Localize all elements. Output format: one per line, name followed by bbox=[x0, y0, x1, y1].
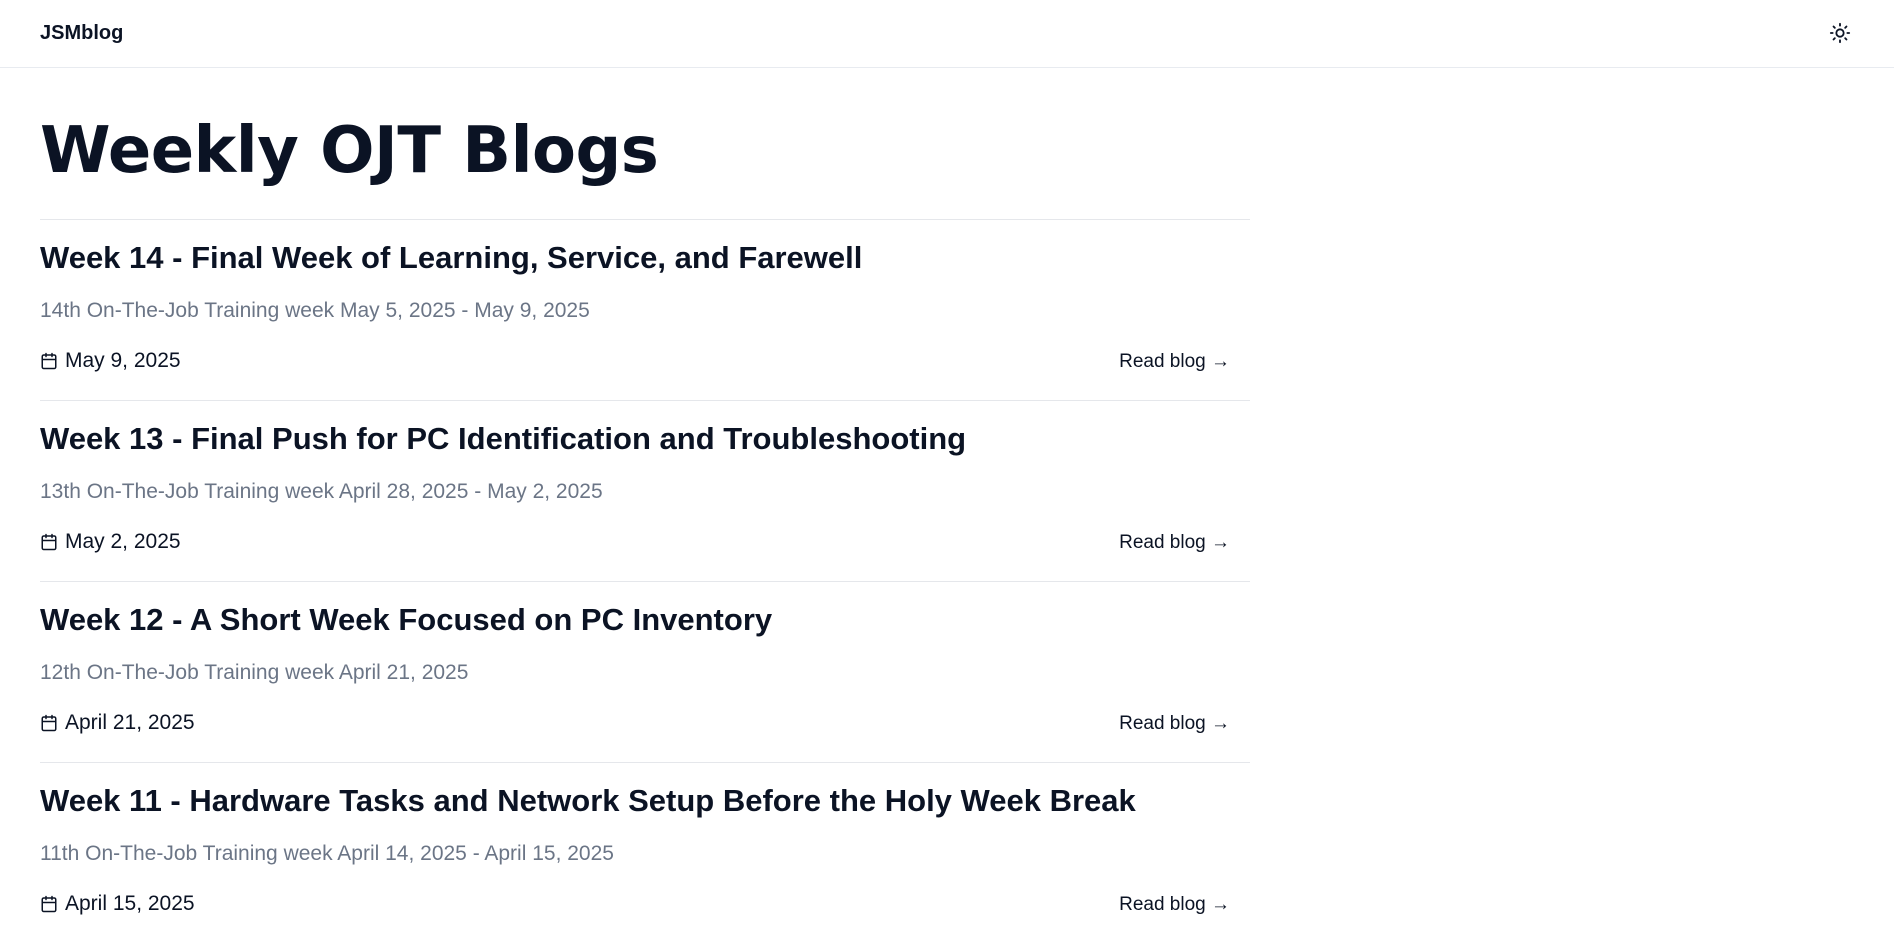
post-date-text: April 15, 2025 bbox=[65, 892, 195, 915]
read-blog-link[interactable]: Read blog → bbox=[1119, 348, 1230, 376]
post-date-text: April 21, 2025 bbox=[65, 711, 195, 734]
post-title-link[interactable]: Week 11 - Hardware Tasks and Network Set… bbox=[40, 781, 1136, 821]
post-date: May 2, 2025 bbox=[40, 527, 181, 557]
post-meta: April 21, 2025 Read blog → bbox=[40, 708, 1250, 738]
post-title-link[interactable]: Week 14 - Final Week of Learning, Servic… bbox=[40, 238, 862, 278]
post-meta: April 15, 2025 Read blog → bbox=[40, 889, 1250, 919]
post-card: Week 13 - Final Push for PC Identificati… bbox=[40, 400, 1250, 581]
post-description: 12th On-The-Job Training week April 21, … bbox=[40, 661, 469, 684]
post-card: Week 14 - Final Week of Learning, Servic… bbox=[40, 219, 1250, 400]
post-card: Week 11 - Hardware Tasks and Network Set… bbox=[40, 762, 1250, 943]
post-list: Week 14 - Final Week of Learning, Servic… bbox=[40, 219, 1250, 943]
post-description: 11th On-The-Job Training week April 14, … bbox=[40, 842, 614, 865]
page-title: Weekly OJT Blogs bbox=[40, 114, 659, 188]
post-date-text: May 2, 2025 bbox=[65, 530, 181, 553]
post-date: April 21, 2025 bbox=[40, 708, 195, 738]
calendar-icon bbox=[41, 352, 57, 370]
post-card: Week 12 - A Short Week Focused on PC Inv… bbox=[40, 581, 1250, 762]
calendar-icon bbox=[41, 533, 57, 551]
calendar-icon bbox=[41, 895, 57, 913]
top-navbar: JSMblog bbox=[0, 0, 1894, 68]
post-description: 14th On-The-Job Training week May 5, 202… bbox=[40, 299, 590, 322]
post-meta: May 9, 2025 Read blog → bbox=[40, 346, 1250, 376]
read-blog-link[interactable]: Read blog → bbox=[1119, 529, 1230, 557]
sun-icon bbox=[1829, 22, 1851, 44]
read-blog-link[interactable]: Read blog → bbox=[1119, 710, 1230, 738]
post-description: 13th On-The-Job Training week April 28, … bbox=[40, 480, 603, 503]
calendar-icon bbox=[41, 714, 57, 732]
post-date-text: May 9, 2025 bbox=[65, 349, 181, 372]
post-date: May 9, 2025 bbox=[40, 346, 181, 376]
read-blog-link[interactable]: Read blog → bbox=[1119, 891, 1230, 919]
main-content: Weekly OJT Blogs Week 14 - Final Week of… bbox=[40, 68, 1250, 943]
brand-logo-link[interactable]: JSMblog bbox=[40, 20, 123, 46]
post-meta: May 2, 2025 Read blog → bbox=[40, 527, 1250, 557]
post-date: April 15, 2025 bbox=[40, 889, 195, 919]
theme-toggle-button[interactable] bbox=[1826, 19, 1854, 47]
post-title-link[interactable]: Week 13 - Final Push for PC Identificati… bbox=[40, 419, 966, 459]
post-title-link[interactable]: Week 12 - A Short Week Focused on PC Inv… bbox=[40, 600, 772, 640]
